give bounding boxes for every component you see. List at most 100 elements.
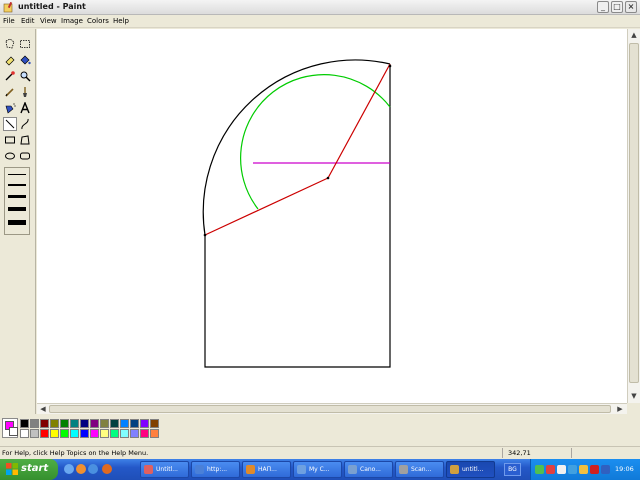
palette-swatch[interactable] xyxy=(70,429,79,438)
menu-help[interactable]: Help xyxy=(113,17,129,25)
corner-point xyxy=(388,64,392,68)
scroll-up-icon[interactable]: ▲ xyxy=(628,29,640,41)
free-form-select-icon[interactable] xyxy=(3,37,17,51)
line-width-4[interactable] xyxy=(8,207,26,211)
menu-file[interactable]: File xyxy=(3,17,15,25)
rounded-rectangle-icon[interactable] xyxy=(18,149,32,163)
vertical-scroll-thumb[interactable] xyxy=(629,43,639,383)
drawing-canvas[interactable] xyxy=(37,29,627,403)
horizontal-scroll-thumb[interactable] xyxy=(49,405,611,413)
start-button[interactable]: start xyxy=(0,459,58,480)
palette-swatch[interactable] xyxy=(90,429,99,438)
start-label: start xyxy=(21,463,49,474)
title-bar: untitled - Paint _ □ × xyxy=(0,0,640,15)
maximize-button[interactable]: □ xyxy=(611,1,623,13)
palette-swatch[interactable] xyxy=(80,429,89,438)
airbrush-icon[interactable] xyxy=(3,101,17,115)
menu-edit[interactable]: Edit xyxy=(21,17,35,25)
canvas-area xyxy=(37,29,627,403)
vertical-scrollbar[interactable]: ▲ ▼ xyxy=(627,29,640,403)
language-indicator[interactable]: BG xyxy=(504,463,521,476)
taskbar-button[interactable]: Untitl... xyxy=(140,461,189,478)
quicklaunch-media-icon[interactable] xyxy=(102,464,112,474)
pick-color-icon[interactable] xyxy=(3,69,17,83)
status-divider xyxy=(571,448,572,458)
quicklaunch-ie-icon[interactable] xyxy=(88,464,98,474)
fill-with-color-icon[interactable] xyxy=(18,53,32,67)
palette-swatch[interactable] xyxy=(110,429,119,438)
palette-swatch[interactable] xyxy=(130,419,139,428)
rectangle-icon[interactable] xyxy=(3,133,17,147)
line-width-selector[interactable] xyxy=(4,167,30,235)
palette-swatch[interactable] xyxy=(140,419,149,428)
palette-swatch[interactable] xyxy=(20,429,29,438)
palette-swatch[interactable] xyxy=(120,429,129,438)
quicklaunch-desktop-icon[interactable] xyxy=(64,464,74,474)
taskbar-button[interactable]: Cano... xyxy=(344,461,393,478)
palette-swatch[interactable] xyxy=(100,419,109,428)
palette-swatch[interactable] xyxy=(140,429,149,438)
tray-pdf-icon[interactable] xyxy=(590,465,599,474)
horizontal-scrollbar[interactable]: ◀ ▶ xyxy=(37,403,627,414)
menu-colors[interactable]: Colors xyxy=(87,17,109,25)
palette-swatch[interactable] xyxy=(150,429,159,438)
palette-swatch[interactable] xyxy=(90,419,99,428)
tray-app-icon[interactable] xyxy=(557,465,566,474)
palette-swatch[interactable] xyxy=(30,429,39,438)
tray-messenger-icon[interactable] xyxy=(568,465,577,474)
current-colors[interactable] xyxy=(2,418,18,438)
quicklaunch-firefox-icon[interactable] xyxy=(76,464,86,474)
paint-app-icon xyxy=(3,2,13,13)
palette-swatch[interactable] xyxy=(130,429,139,438)
tray-antivirus-icon[interactable] xyxy=(546,465,555,474)
outer-arc xyxy=(202,59,391,236)
ellipse-icon[interactable] xyxy=(3,149,17,163)
close-button[interactable]: × xyxy=(625,1,637,13)
curve-icon[interactable] xyxy=(18,117,32,131)
polygon-icon[interactable] xyxy=(18,133,32,147)
palette-swatch[interactable] xyxy=(70,419,79,428)
palette-swatch[interactable] xyxy=(40,419,49,428)
task-label: Cano... xyxy=(360,466,381,473)
inner-arc xyxy=(240,74,391,210)
palette-swatch[interactable] xyxy=(20,419,29,428)
taskbar-button[interactable]: untitl... xyxy=(446,461,495,478)
pencil-icon[interactable] xyxy=(3,85,17,99)
task-label: НАП... xyxy=(258,466,277,473)
menu-view[interactable]: View xyxy=(40,17,57,25)
palette-swatch[interactable] xyxy=(40,429,49,438)
eraser-icon[interactable] xyxy=(3,53,17,67)
tray-network-icon[interactable] xyxy=(535,465,544,474)
palette-swatch[interactable] xyxy=(80,419,89,428)
task-app-icon xyxy=(348,465,357,474)
scroll-down-icon[interactable]: ▼ xyxy=(628,390,640,402)
taskbar-button[interactable]: My C... xyxy=(293,461,342,478)
minimize-button[interactable]: _ xyxy=(597,1,609,13)
tray-volume-icon[interactable] xyxy=(601,465,610,474)
line-width-2[interactable] xyxy=(8,184,26,186)
palette-swatch[interactable] xyxy=(50,429,59,438)
palette-swatch[interactable] xyxy=(30,419,39,428)
magnifier-icon[interactable] xyxy=(18,69,32,83)
brush-icon[interactable] xyxy=(18,85,32,99)
palette-swatch[interactable] xyxy=(110,419,119,428)
line-width-1[interactable] xyxy=(8,174,26,175)
task-label: Scan... xyxy=(411,466,432,473)
tray-security-icon[interactable] xyxy=(579,465,588,474)
palette-swatch[interactable] xyxy=(50,419,59,428)
line-width-5[interactable] xyxy=(8,220,26,225)
taskbar-button[interactable]: http:... xyxy=(191,461,240,478)
select-icon[interactable] xyxy=(18,37,32,51)
palette-swatch[interactable] xyxy=(150,419,159,428)
menu-image[interactable]: Image xyxy=(61,17,83,25)
palette-swatch[interactable] xyxy=(100,429,109,438)
menu-bar: File Edit View Image Colors Help xyxy=(0,15,640,28)
line-icon[interactable] xyxy=(3,117,17,131)
palette-swatch[interactable] xyxy=(120,419,129,428)
text-icon[interactable] xyxy=(18,101,32,115)
palette-swatch[interactable] xyxy=(60,429,69,438)
palette-swatch[interactable] xyxy=(60,419,69,428)
line-width-3[interactable] xyxy=(8,195,26,198)
taskbar-button[interactable]: НАП... xyxy=(242,461,291,478)
taskbar-button[interactable]: Scan... xyxy=(395,461,444,478)
